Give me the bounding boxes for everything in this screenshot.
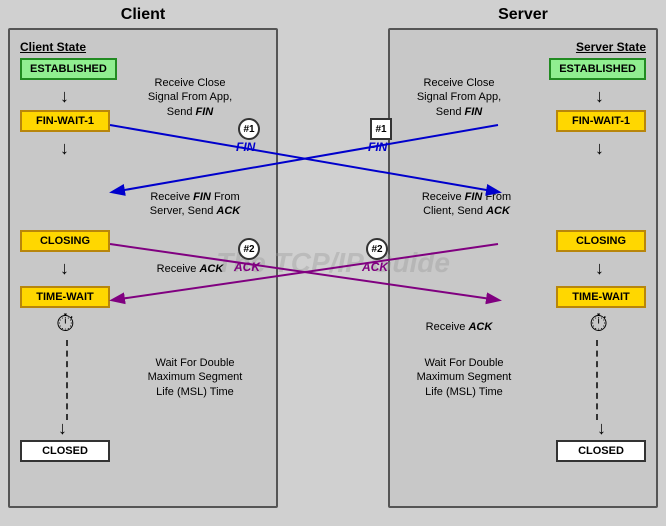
server-established-box: ESTABLISHED [549,58,646,80]
arrow-2: ↓ [60,138,69,159]
server-arrow-2: ↓ [595,138,604,159]
server-state-established: ESTABLISHED [549,58,646,80]
server-fin-wait-1-box: FIN-WAIT-1 [556,110,646,132]
fin1-client-fin-label: FIN [236,140,255,154]
main-container: Client Server Client State ESTABLISHED ↓… [0,0,666,526]
fin1-client-label: #1 [238,118,260,140]
server-closed-box: CLOSED [556,440,646,462]
server-arrow-1: ↓ [595,86,604,107]
server-state-section-title: Server State [576,40,646,54]
ack2-client-label: #2 [366,238,388,260]
ack2-server-label: #2 [238,238,260,260]
server-panel: Server State ESTABLISHED ↓ Receive Close… [388,28,658,508]
client-time-wait-box: TIME-WAIT [20,286,110,308]
arrow-4: ↓ [58,418,67,439]
client-state-section-title: Client State [20,40,86,54]
server-desc-2: Receive FIN FromClient, Send ACK [394,190,539,219]
client-state-closing: CLOSING [20,230,110,252]
server-arrow-4: ↓ [597,418,606,439]
client-state-time-wait: TIME-WAIT [20,286,110,308]
server-dashed-line [596,340,598,420]
server-desc-1: Receive CloseSignal From App,Send FIN [394,76,524,119]
server-time-wait-box: TIME-WAIT [556,286,646,308]
client-state-fin-wait-1: FIN-WAIT-1 [20,110,110,132]
server-closing-box: CLOSING [556,230,646,252]
ack2-client-ack-label: ACK [362,260,388,274]
fin1-server-label: #1 [370,118,392,140]
arrow-3: ↓ [60,258,69,279]
client-desc-1: Receive CloseSignal From App,Send FIN [125,76,255,119]
client-timer-icon: ⏱ [56,310,75,338]
arrow-1: ↓ [60,86,69,107]
client-closing-box: CLOSING [20,230,110,252]
client-desc-2: Receive FIN FromServer, Send ACK [125,190,265,219]
server-state-time-wait: TIME-WAIT [556,286,646,308]
client-state-closed: CLOSED [20,440,110,462]
client-fin-wait-1-box: FIN-WAIT-1 [20,110,110,132]
client-closed-box: CLOSED [20,440,110,462]
client-title: Client [8,6,278,24]
server-desc-3: Receive ACK [394,320,524,334]
server-state-closing: CLOSING [556,230,646,252]
server-arrow-3: ↓ [595,258,604,279]
client-desc-4: Wait For DoubleMaximum SegmentLife (MSL)… [125,356,265,399]
client-state-established: ESTABLISHED [20,58,117,80]
client-established-box: ESTABLISHED [20,58,117,80]
ack2-server-ack-label: ACK [234,260,260,274]
server-title: Server [388,6,658,24]
server-timer-icon: ⏱ [589,310,608,338]
server-state-closed: CLOSED [556,440,646,462]
fin1-server-fin-label: FIN [368,140,387,154]
server-desc-4: Wait For DoubleMaximum SegmentLife (MSL)… [394,356,534,399]
client-dashed-line [66,340,68,420]
server-state-fin-wait-1: FIN-WAIT-1 [556,110,646,132]
